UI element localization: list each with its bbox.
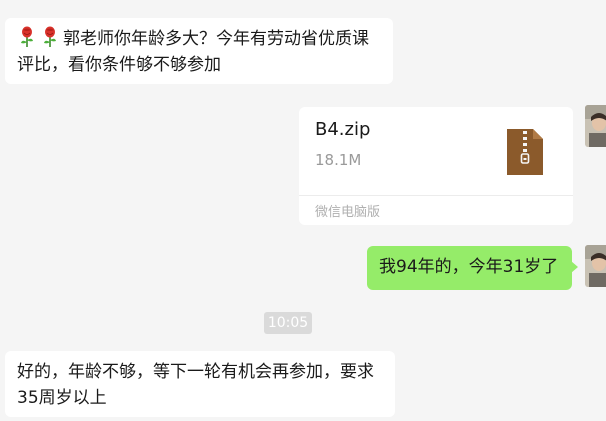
file-source-label: 微信电脑版: [315, 205, 381, 220]
divider: [299, 195, 573, 196]
file-name: B4.zip: [315, 119, 371, 140]
zip-file-icon: [505, 127, 545, 177]
outgoing-message[interactable]: 我94年的，今年31岁了: [367, 246, 578, 290]
bubble-tail: [571, 261, 578, 273]
file-size: 18.1M: [315, 151, 362, 169]
incoming-message[interactable]: 好的，年龄不够，等下一轮有机会再参加，要求35周岁以上: [5, 351, 395, 417]
message-text: 我94年的，今年31岁了: [379, 257, 559, 277]
avatar[interactable]: [585, 105, 606, 147]
rose-icon: [40, 26, 60, 48]
message-text: 好的，年龄不够，等下一轮有机会再参加，要求35周岁以上: [17, 362, 374, 408]
avatar[interactable]: [585, 245, 606, 287]
timestamp: 10:05: [264, 312, 312, 334]
chat-area: 郭老师你年龄多大？今年有劳动省优质课评比，看你条件够不够参加 B4.zip 18…: [0, 0, 606, 421]
incoming-message[interactable]: 郭老师你年龄多大？今年有劳动省优质课评比，看你条件够不够参加: [5, 18, 393, 84]
message-text: 郭老师你年龄多大？今年有劳动省优质课评比，看你条件够不够参加: [17, 29, 369, 75]
file-message[interactable]: B4.zip 18.1M 微信电脑版: [299, 107, 573, 225]
rose-icon: [17, 26, 37, 48]
